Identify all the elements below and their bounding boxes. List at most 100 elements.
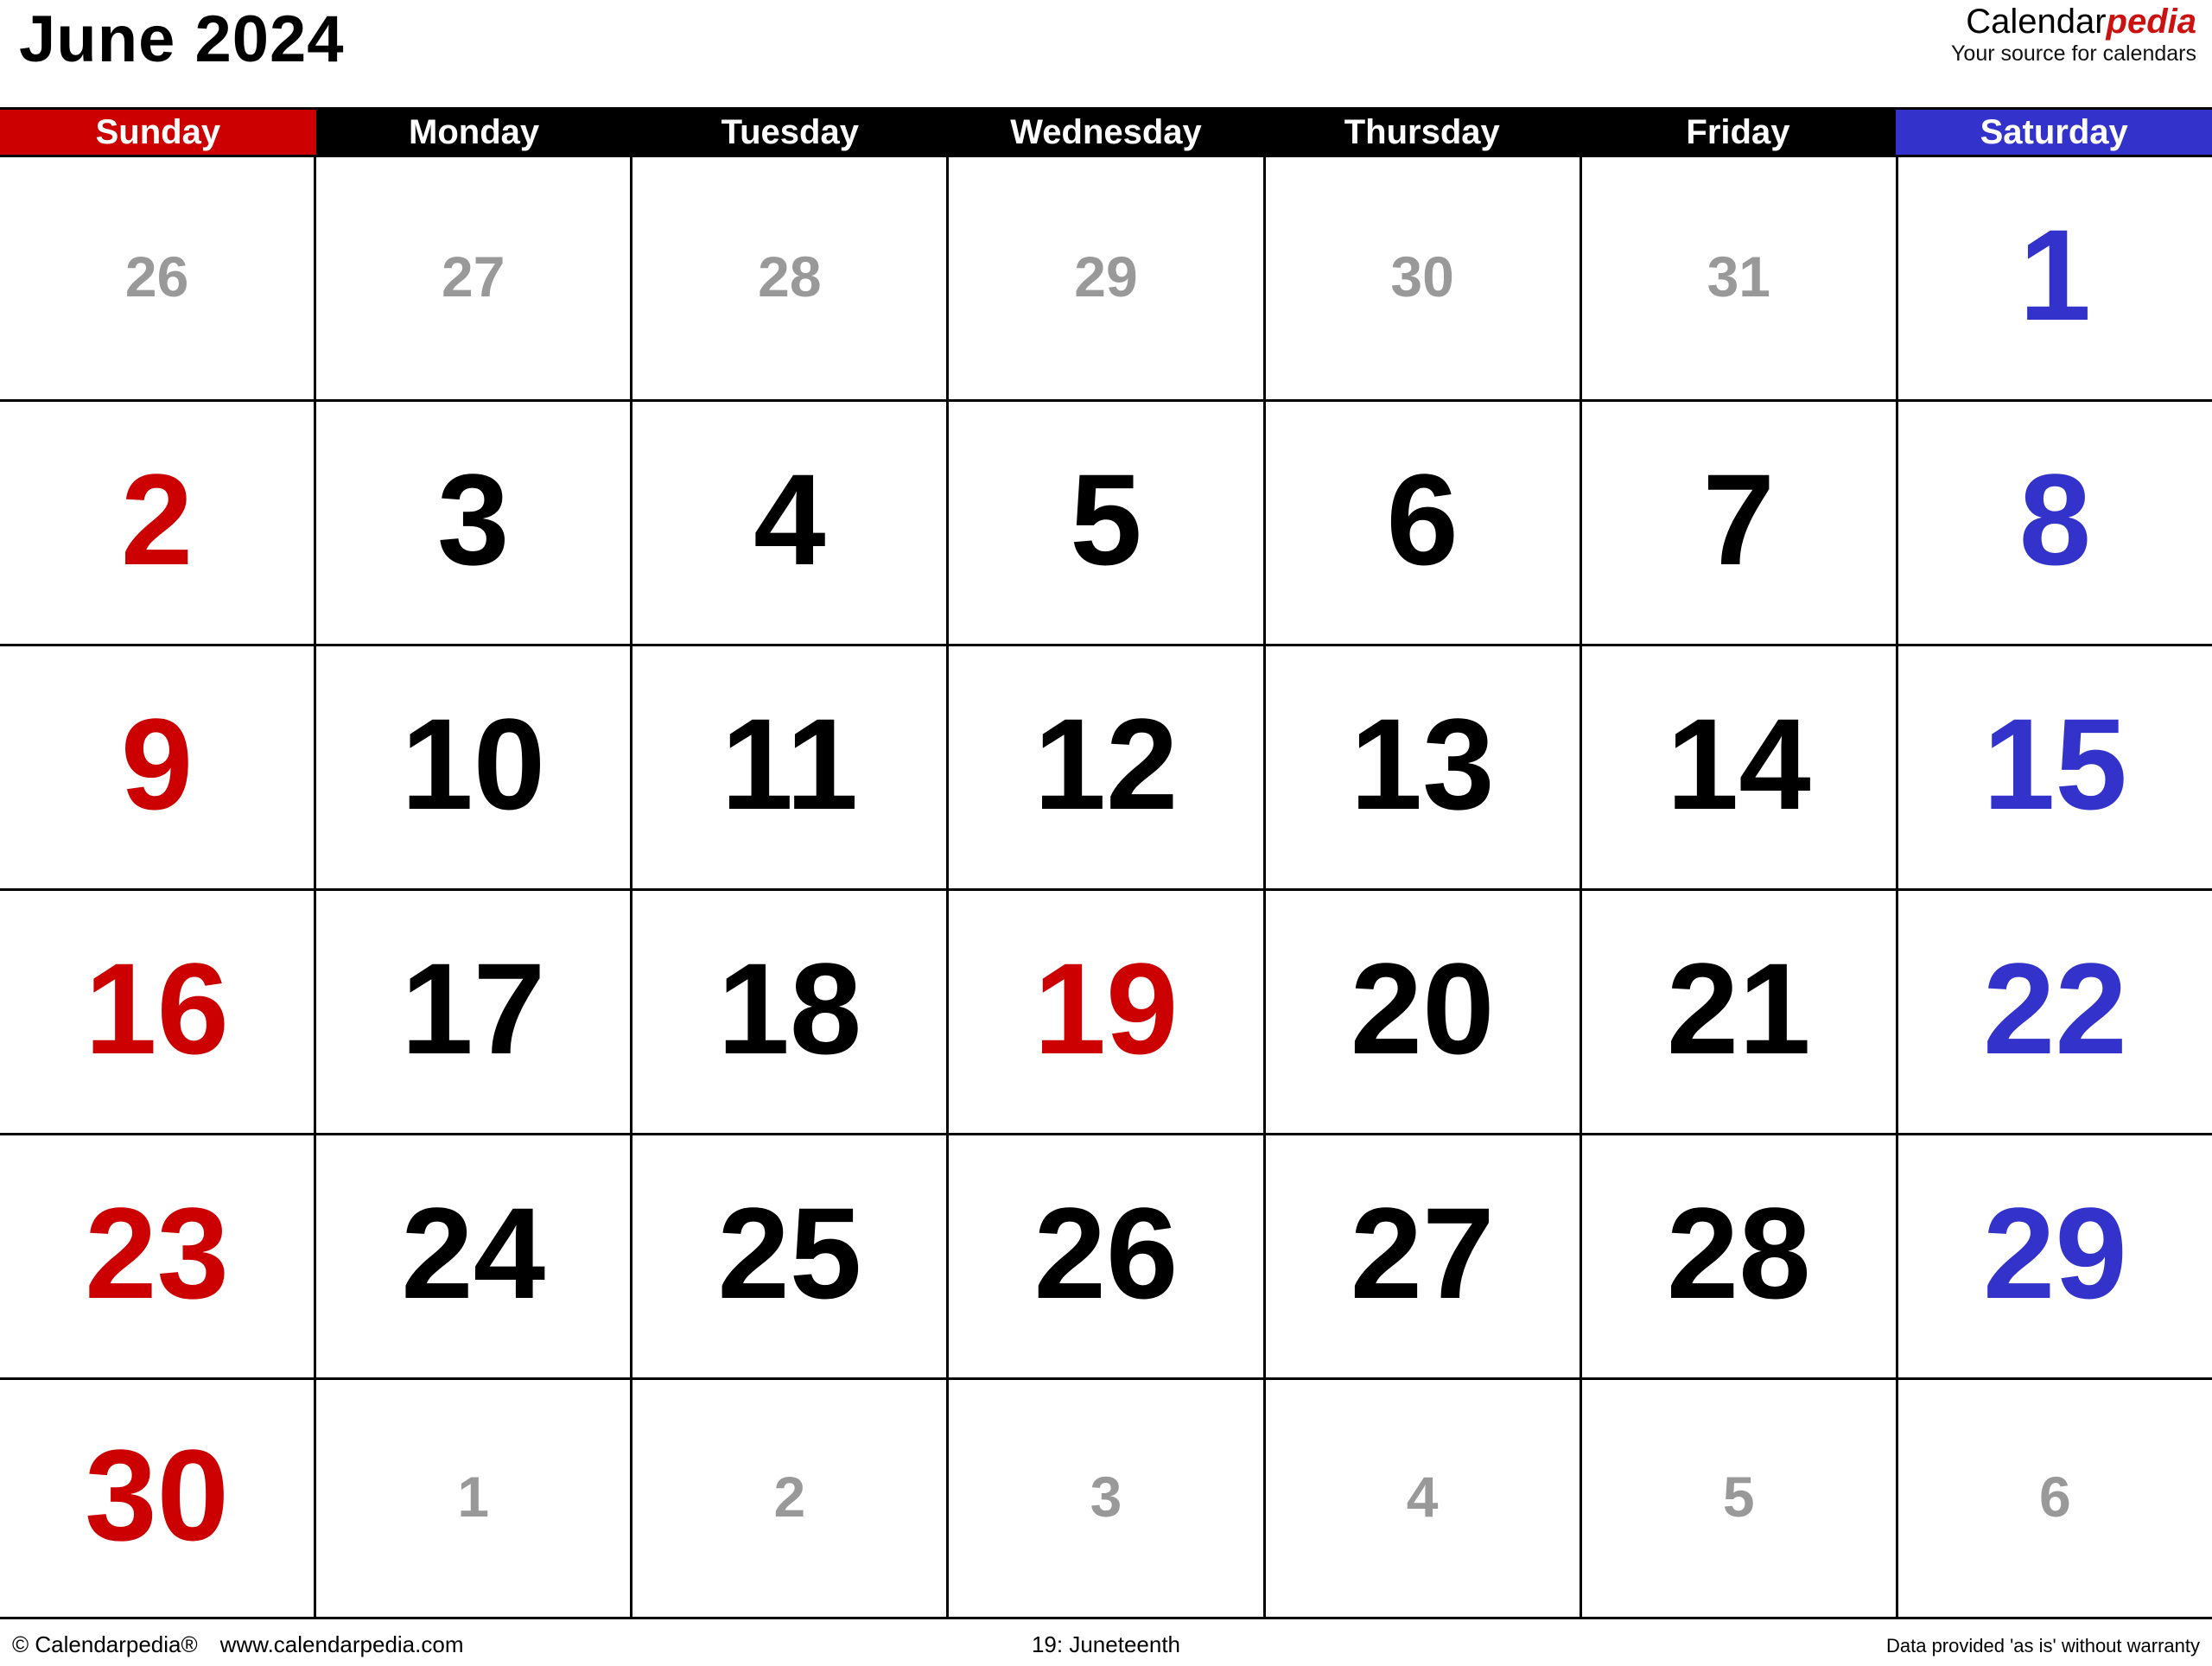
day-number: 27 <box>1350 1180 1495 1326</box>
day-cell[interactable]: 23 <box>0 1135 317 1377</box>
day-number: 28 <box>758 245 822 308</box>
footer-disclaimer: Data provided 'as is' without warranty <box>1885 1635 2200 1656</box>
day-number: 28 <box>1666 1180 1811 1326</box>
day-number: 26 <box>124 245 189 308</box>
day-cell[interactable]: 5 <box>949 402 1266 644</box>
day-cell[interactable]: 31 <box>1581 157 1898 399</box>
day-number: 8 <box>2018 447 2092 592</box>
day-cell[interactable]: 27 <box>1265 1135 1582 1377</box>
day-cell[interactable]: 17 <box>316 891 633 1133</box>
day-number: 30 <box>1390 245 1454 308</box>
day-cell[interactable]: 18 <box>632 891 950 1133</box>
brand-tagline: Your source for calendars <box>1951 41 2196 66</box>
day-cell[interactable]: 12 <box>949 646 1266 888</box>
week-row: 23 24 25 26 27 28 29 <box>0 1135 2212 1380</box>
weekday-label: Wednesday <box>1010 112 1202 151</box>
day-cell[interactable]: 11 <box>632 646 950 888</box>
day-number: 1 <box>2018 202 2092 347</box>
day-number: 19 <box>1033 936 1179 1081</box>
day-number: 25 <box>717 1180 862 1326</box>
day-cell[interactable]: 10 <box>316 646 633 888</box>
week-row: 16 17 18 19 20 21 22 <box>0 891 2212 1135</box>
day-cell[interactable]: 28 <box>632 157 950 399</box>
day-number: 20 <box>1350 936 1495 1081</box>
weekday-label: Monday <box>409 112 540 151</box>
calendar-footer: © Calendarpedia® www.calendarpedia.com 19… <box>0 1626 2212 1666</box>
day-cell[interactable]: 2 <box>0 402 317 644</box>
day-number: 5 <box>1722 1465 1755 1529</box>
day-cell[interactable]: 7 <box>1581 402 1898 644</box>
calendar-grid: Sunday Monday Tuesday Wednesday Thursday… <box>0 107 2212 1623</box>
day-number: 3 <box>1090 1465 1122 1529</box>
week-row: 9 10 11 12 13 14 15 <box>0 646 2212 891</box>
day-cell[interactable]: 21 <box>1581 891 1898 1133</box>
day-cell[interactable]: 6 <box>1897 1380 2212 1617</box>
day-cell[interactable]: 26 <box>949 1135 1266 1377</box>
weekday-header-wednesday: Wednesday <box>948 110 1264 155</box>
day-number: 15 <box>1982 691 2127 836</box>
day-cell[interactable]: 26 <box>0 157 317 399</box>
day-cell[interactable]: 13 <box>1265 646 1582 888</box>
day-number: 3 <box>436 447 510 592</box>
weekday-header-monday: Monday <box>315 110 632 155</box>
day-cell[interactable]: 3 <box>949 1380 1266 1617</box>
day-cell[interactable]: 29 <box>949 157 1266 399</box>
weekday-header-friday: Friday <box>1580 110 1897 155</box>
day-cell[interactable]: 1 <box>1897 157 2212 399</box>
day-cell[interactable]: 3 <box>316 402 633 644</box>
day-cell[interactable]: 15 <box>1897 646 2212 888</box>
day-number: 26 <box>1033 1180 1179 1326</box>
day-cell[interactable]: 25 <box>632 1135 950 1377</box>
day-cell-holiday[interactable]: 19 <box>949 891 1266 1133</box>
day-cell[interactable]: 4 <box>632 402 950 644</box>
footer-holiday-note: 19: Juneteenth <box>1031 1631 1181 1657</box>
weekday-header-thursday: Thursday <box>1263 110 1580 155</box>
day-number: 23 <box>85 1180 229 1326</box>
day-number: 4 <box>753 447 826 592</box>
day-number: 6 <box>2039 1465 2071 1529</box>
day-number: 5 <box>1070 447 1142 592</box>
day-number: 17 <box>401 936 546 1081</box>
calendar-page: June 2024 Calendarpedia Your source for … <box>0 0 2212 1666</box>
day-cell[interactable]: 2 <box>632 1380 950 1617</box>
day-number: 2 <box>773 1465 806 1529</box>
weekday-label: Saturday <box>1980 112 2128 151</box>
day-cell[interactable]: 27 <box>316 157 633 399</box>
weekday-label: Sunday <box>95 112 221 151</box>
day-cell[interactable]: 8 <box>1897 402 2212 644</box>
day-number: 22 <box>1982 936 2127 1081</box>
day-cell[interactable]: 22 <box>1897 891 2212 1133</box>
day-number: 29 <box>1982 1180 2127 1326</box>
day-cell[interactable]: 29 <box>1897 1135 2212 1377</box>
day-number: 2 <box>120 447 194 592</box>
day-number: 9 <box>120 691 194 836</box>
day-number: 11 <box>721 691 859 836</box>
weekday-header-sunday: Sunday <box>0 110 316 155</box>
day-cell[interactable]: 14 <box>1581 646 1898 888</box>
day-number: 12 <box>1033 691 1179 836</box>
day-cell[interactable]: 20 <box>1265 891 1582 1133</box>
day-cell[interactable]: 28 <box>1581 1135 1898 1377</box>
week-row: 26 27 28 29 30 31 1 <box>0 157 2212 402</box>
day-cell[interactable]: 30 <box>1265 157 1582 399</box>
calendarpedia-logo: Calendarpedia Your source for calendars <box>1951 3 2196 65</box>
day-number: 14 <box>1666 691 1811 836</box>
day-number: 13 <box>1350 691 1495 836</box>
day-number: 6 <box>1386 447 1459 592</box>
week-row: 2 3 4 5 6 7 8 <box>0 402 2212 646</box>
day-cell[interactable]: 1 <box>316 1380 633 1617</box>
page-title: June 2024 <box>19 3 345 76</box>
day-number: 21 <box>1666 936 1811 1081</box>
day-number: 7 <box>1702 447 1775 592</box>
weekday-label: Friday <box>1686 112 1790 151</box>
weekday-label: Tuesday <box>721 112 859 151</box>
day-cell[interactable]: 4 <box>1265 1380 1582 1617</box>
day-cell[interactable]: 6 <box>1265 402 1582 644</box>
day-cell[interactable]: 9 <box>0 646 317 888</box>
day-cell[interactable]: 30 <box>0 1380 317 1617</box>
day-cell[interactable]: 5 <box>1581 1380 1898 1617</box>
day-number: 10 <box>401 691 546 836</box>
day-cell[interactable]: 24 <box>316 1135 633 1377</box>
day-number: 1 <box>457 1465 490 1529</box>
day-cell[interactable]: 16 <box>0 891 317 1133</box>
